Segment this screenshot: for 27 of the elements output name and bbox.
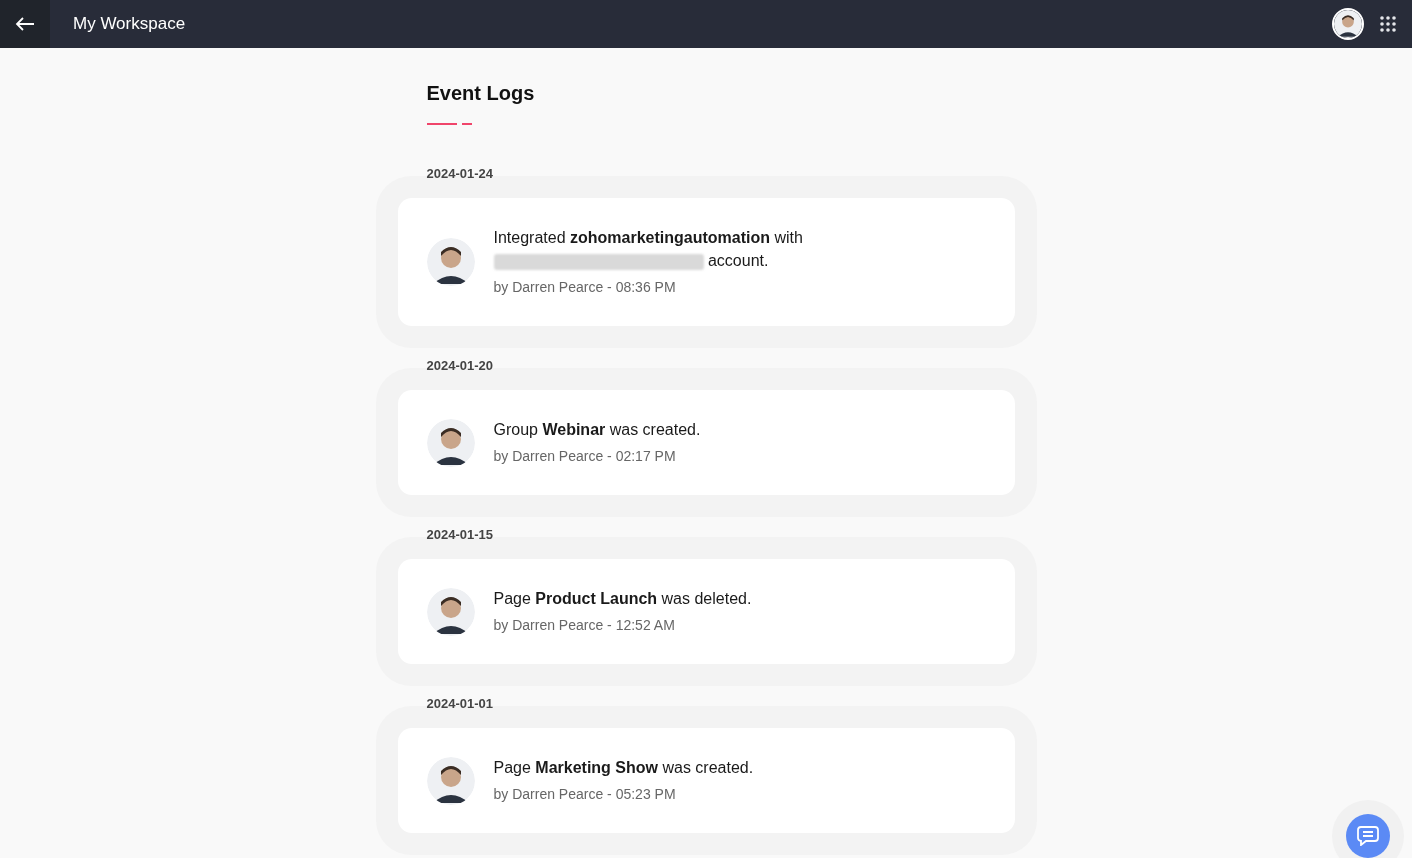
event-message-end: account. xyxy=(707,252,769,269)
event-date: 2024-01-15 xyxy=(426,526,493,544)
event-meta: by Darren Pearce - 05:23 PM xyxy=(493,785,677,804)
event-date: 2024-01-01 xyxy=(426,695,493,713)
title-underline-icon xyxy=(426,123,472,126)
event-date: 2024-01-24 xyxy=(426,165,493,183)
chat-bubble-icon xyxy=(1357,826,1379,846)
avatar-icon xyxy=(1334,10,1362,38)
avatar-icon xyxy=(426,418,475,467)
event-meta: by Darren Pearce - 02:17 PM xyxy=(493,447,677,466)
avatar-icon xyxy=(426,238,475,286)
apps-grid-icon[interactable] xyxy=(1380,16,1396,32)
chat-button[interactable] xyxy=(1346,814,1390,858)
event-message: Integrated zohomarketingautomation with xyxy=(493,229,803,246)
avatar-icon xyxy=(426,756,475,805)
page-title: Event Logs xyxy=(426,81,536,106)
event-meta: by Darren Pearce - 12:52 AM xyxy=(493,616,676,635)
back-button[interactable] xyxy=(0,0,50,48)
profile-avatar[interactable] xyxy=(1332,8,1364,40)
event-date: 2024-01-20 xyxy=(426,357,493,375)
back-arrow-icon xyxy=(15,17,35,31)
event-meta: by Darren Pearce - 08:36 PM xyxy=(493,278,677,297)
avatar-icon xyxy=(426,587,475,636)
event-message: Group Webinar was created. xyxy=(493,421,701,438)
event-message: Page Product Launch was deleted. xyxy=(493,590,752,607)
workspace-title: My Workspace xyxy=(73,13,186,36)
event-message: Page Marketing Show was created. xyxy=(493,759,754,776)
